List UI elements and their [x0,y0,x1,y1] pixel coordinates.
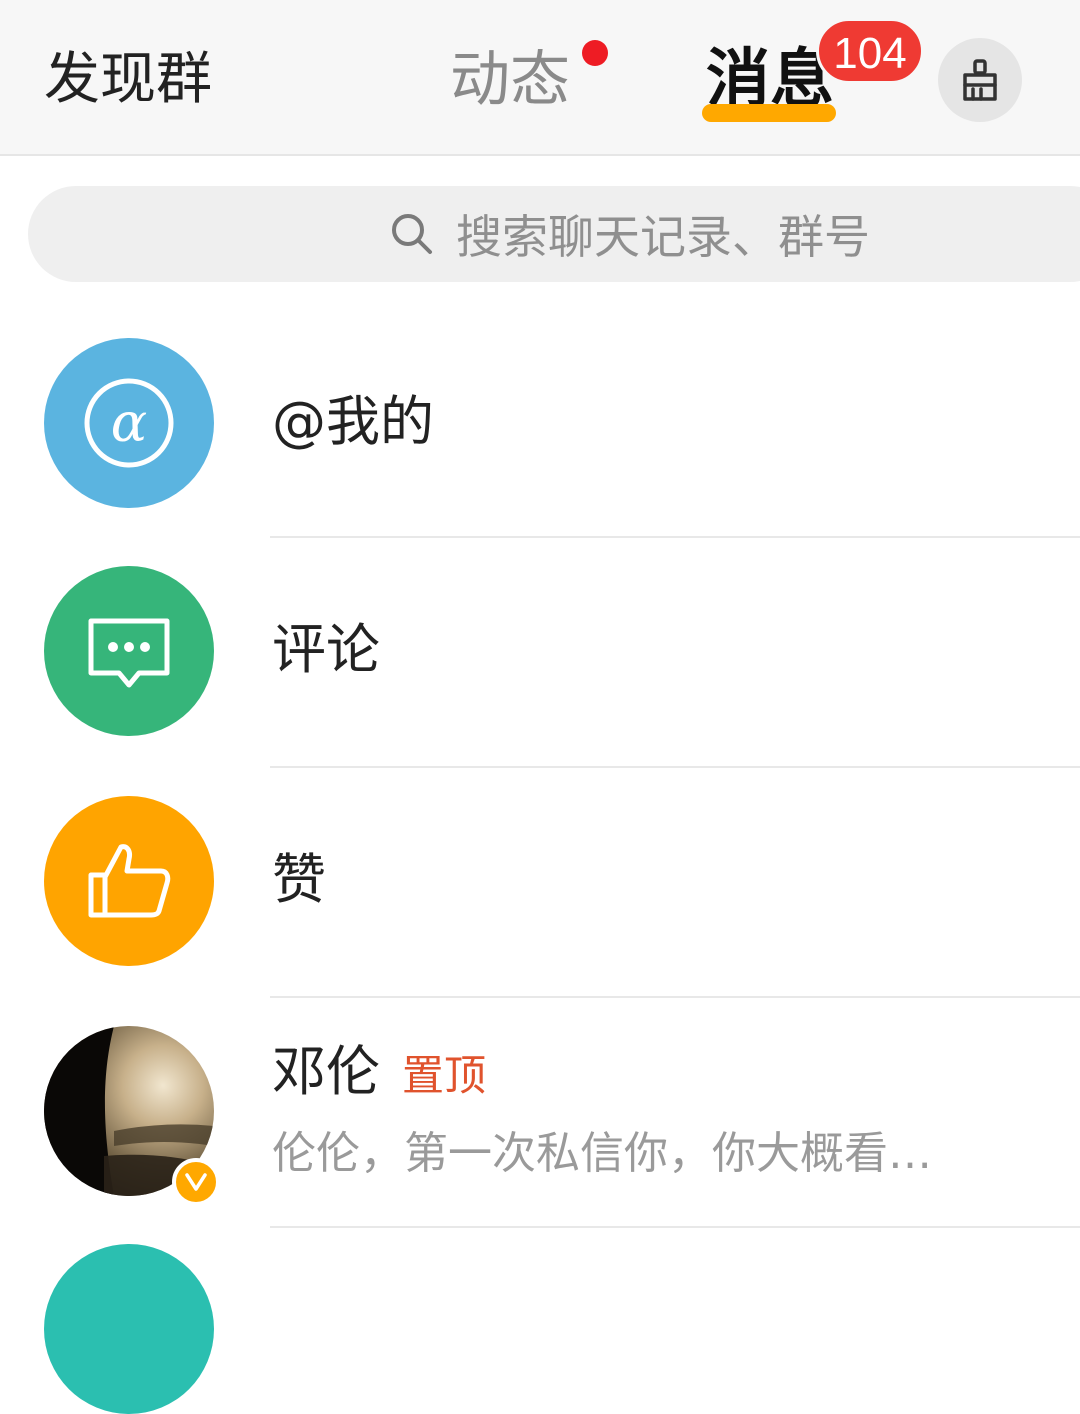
likes-avatar[interactable] [44,796,214,966]
message-preview: 伦伦，第一次私信你，你大概看… [272,1128,932,1179]
likes-title[interactable]: 赞 [272,848,326,912]
search-bar[interactable]: 搜索聊天记录、群号 [28,186,1080,282]
next-conversation-avatar[interactable] [44,1244,214,1414]
comments-avatar[interactable] [44,566,214,736]
thumbs-up-icon [88,844,171,918]
comments-title[interactable]: 评论 [272,618,380,682]
broom-icon [963,59,997,101]
svg-text:α: α [111,391,147,454]
clean-unread-button[interactable] [938,38,1022,122]
divider [270,1226,1080,1228]
active-tab-indicator [702,104,836,122]
unread-count-badge: 104 [816,18,924,84]
contact-name: 邓伦 [272,1040,380,1103]
at-icon: α [84,378,174,468]
divider [270,766,1080,768]
divider [270,536,1080,538]
mentions-title[interactable]: @我的 [272,390,434,454]
check-v-icon [185,1173,207,1191]
divider [270,996,1080,998]
pinned-tag: 置顶 [402,1051,487,1100]
verified-badge [172,1158,220,1206]
mentions-avatar[interactable]: α [44,338,214,508]
unread-dot [582,40,608,66]
tab-dynamic[interactable]: 动态 [450,44,570,116]
search-icon [392,214,432,254]
search-placeholder: 搜索聊天记录、群号 [456,210,870,264]
top-bar: 发现群 动态 消息 104 [0,0,1080,156]
conversation-title[interactable]: 邓伦 置顶 [272,1040,486,1108]
discover-groups-link[interactable]: 发现群 [44,44,212,116]
comment-icon [88,618,170,688]
